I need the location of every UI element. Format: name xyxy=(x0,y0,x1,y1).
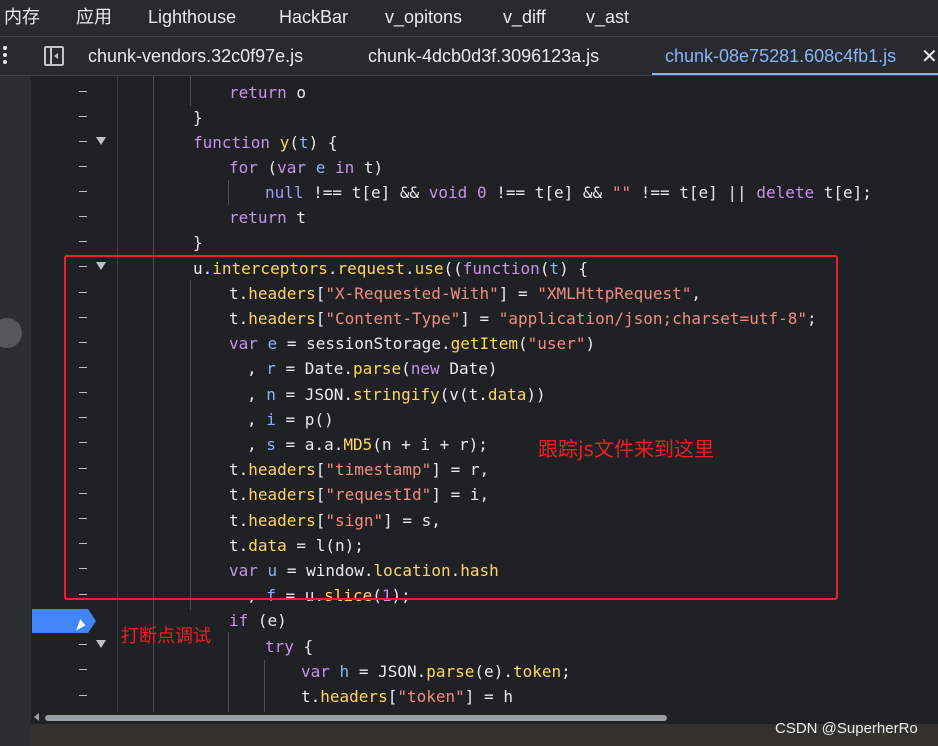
file-tab-chunk-4dcb0d3f[interactable]: chunk-4dcb0d3f.3096123a.js xyxy=(368,37,599,75)
code-line: for (var e in t) xyxy=(229,158,384,177)
code-line: return o xyxy=(229,83,307,102)
code-line: t.headers["token"] = h xyxy=(301,687,513,706)
annotation-breakpoint: 打断点调试 xyxy=(121,626,211,647)
code-line: null !== t[e] && void 0 !== t[e] && "" !… xyxy=(265,183,872,202)
toggle-navigator-icon[interactable] xyxy=(44,46,64,66)
file-tab-chunk-vendors[interactable]: chunk-vendors.32c0f97e.js xyxy=(88,37,303,75)
tab-lighthouse[interactable]: Lighthouse xyxy=(148,0,236,36)
annotation-trace: 跟踪js文件来到这里 xyxy=(538,437,714,461)
source-file-tabs: chunk-vendors.32c0f97e.js chunk-4dcb0d3f… xyxy=(0,37,938,76)
more-vert-icon[interactable] xyxy=(3,46,7,67)
code-line: } xyxy=(193,108,203,127)
file-tab-chunk-08e75281[interactable]: chunk-08e75281.608c4fb1.js xyxy=(665,37,896,75)
code-line: return t xyxy=(229,208,307,227)
tab-application[interactable]: 应用 xyxy=(76,0,112,36)
code-line: if (e) xyxy=(229,611,287,630)
horizontal-scroll-thumb[interactable] xyxy=(45,715,667,721)
tab-memory[interactable]: 内存 xyxy=(4,0,40,36)
devtools-panel-tabs: 内存 应用 Lighthouse HackBar v_opitons v_dif… xyxy=(0,0,938,37)
watermark: CSDN @SuperherRo xyxy=(775,720,918,737)
tab-hackbar[interactable]: HackBar xyxy=(279,0,348,36)
tab-v-diff[interactable]: v_diff xyxy=(503,0,546,36)
tab-v-opitons[interactable]: v_opitons xyxy=(385,0,462,36)
scroll-left-icon[interactable] xyxy=(34,713,39,721)
code-line: function y(t) { xyxy=(193,133,338,152)
code-line: var h = JSON.parse(e).token; xyxy=(301,662,571,681)
tab-v-ast[interactable]: v_ast xyxy=(586,0,629,36)
highlight-box xyxy=(64,255,838,600)
active-tab-indicator xyxy=(652,73,938,75)
code-line: try { xyxy=(265,637,314,656)
code-line: } xyxy=(193,233,203,252)
close-icon[interactable]: ✕ xyxy=(921,44,938,68)
